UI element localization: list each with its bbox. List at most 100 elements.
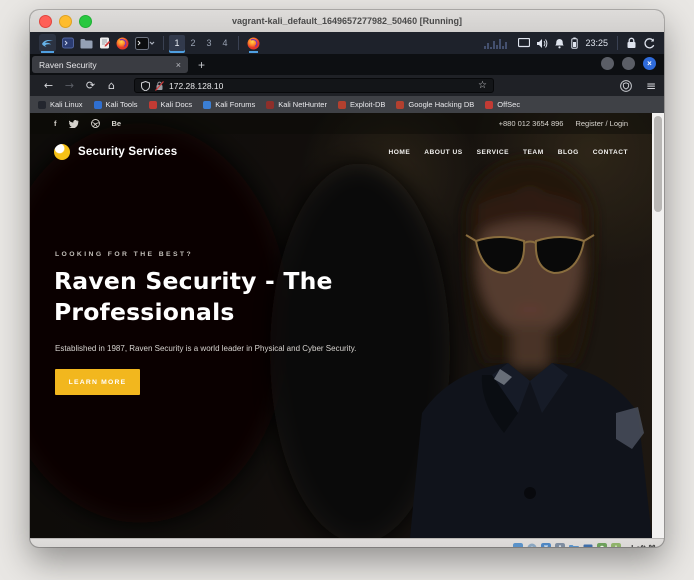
terminal-icon[interactable] <box>62 34 74 52</box>
url-text[interactable]: 172.28.128.10 <box>169 81 473 91</box>
forward-icon[interactable]: → <box>59 79 80 92</box>
bookmark-kali-forums[interactable]: Kali Forums <box>203 100 255 109</box>
url-bar[interactable]: 172.28.128.10 ☆ <box>134 78 494 93</box>
nav-blog[interactable]: BLOG <box>558 149 579 156</box>
close-window-button[interactable] <box>39 15 52 28</box>
account-shield-icon[interactable] <box>620 80 632 92</box>
vbox-features-icon[interactable] <box>611 543 621 547</box>
register-login-link[interactable]: Register / Login <box>575 119 628 128</box>
vbox-display-icon[interactable] <box>583 543 593 547</box>
kali-panel: 1 2 3 4 23:25 <box>30 32 664 54</box>
hero-title: Raven Security - The Professionals <box>54 266 384 328</box>
exploit-db-icon <box>338 101 346 109</box>
hero-subtitle: Established in 1987, Raven Security is a… <box>55 344 415 353</box>
battery-icon[interactable] <box>571 34 578 52</box>
firefox-tabbar: Raven Security × + × <box>30 54 664 75</box>
nav-service[interactable]: SERVICE <box>477 149 509 156</box>
workspace-1[interactable]: 1 <box>169 35 185 51</box>
site-topbar: f Be +880 012 3654 896 Register / Login <box>30 113 652 134</box>
vbox-optical-icon[interactable] <box>527 543 537 547</box>
site-header: Security Services HOME ABOUT US SERVICE … <box>30 134 652 170</box>
nav-team[interactable]: TEAM <box>523 149 544 156</box>
nav-home[interactable]: HOME <box>388 149 410 156</box>
kali-forums-icon <box>203 101 211 109</box>
back-icon[interactable]: ← <box>38 79 59 92</box>
vbox-recording-icon[interactable] <box>597 543 607 547</box>
twitter-icon[interactable] <box>69 120 79 128</box>
volume-icon[interactable] <box>536 34 548 52</box>
bookmark-kali-nethunter[interactable]: Kali NetHunter <box>266 100 327 109</box>
text-editor-icon[interactable] <box>99 34 110 52</box>
kali-docs-icon <box>149 101 157 109</box>
desktop: { "window": { "title": "vagrant-kali_def… <box>0 0 694 580</box>
bookmark-exploit-db[interactable]: Exploit-DB <box>338 100 385 109</box>
display-icon[interactable] <box>518 34 530 52</box>
workspace-4[interactable]: 4 <box>217 35 233 51</box>
bookmark-kali-docs[interactable]: Kali Docs <box>149 100 193 109</box>
vbox-sharedfolder-icon[interactable] <box>569 543 579 547</box>
titlebar: vagrant-kali_default_1649657277982_50460… <box>30 10 664 33</box>
reload-icon[interactable]: ⟳ <box>80 79 101 92</box>
insecure-lock-icon[interactable] <box>155 81 164 91</box>
bookmark-star-icon[interactable]: ☆ <box>478 80 487 91</box>
page-viewport: f Be +880 012 3654 896 Register / Login … <box>30 113 652 538</box>
traffic-lights <box>39 10 92 32</box>
kali-linux-icon <box>38 101 46 109</box>
maximize-icon[interactable] <box>622 57 635 70</box>
site-logo-icon[interactable] <box>54 144 70 160</box>
shield-permissions-icon[interactable] <box>141 81 150 91</box>
window-controls: × <box>601 57 656 70</box>
facebook-icon[interactable]: f <box>54 119 57 128</box>
panel-separator <box>238 36 239 50</box>
tab-title: Raven Security <box>39 60 176 70</box>
vbox-usb-icon[interactable] <box>555 543 565 547</box>
bookmark-kali-tools[interactable]: Kali Tools <box>94 100 138 109</box>
close-icon[interactable]: × <box>643 57 656 70</box>
workspace-3[interactable]: 3 <box>201 35 217 51</box>
browser-tab[interactable]: Raven Security × <box>32 56 188 73</box>
firefox-taskbar-icon[interactable] <box>247 34 260 52</box>
home-icon[interactable]: ⌂ <box>101 79 122 92</box>
site-brand[interactable]: Security Services <box>78 146 177 158</box>
logout-icon[interactable] <box>643 34 655 52</box>
minimize-window-button[interactable] <box>59 15 72 28</box>
window-title: vagrant-kali_default_1649657277982_50460… <box>30 16 664 26</box>
bookmark-offsec[interactable]: OffSec <box>485 100 520 109</box>
firefox-launcher-icon[interactable] <box>116 34 129 52</box>
vbox-network-icon[interactable] <box>541 543 551 547</box>
vbox-hdd-icon[interactable] <box>513 543 523 547</box>
new-tab-button[interactable]: + <box>198 58 205 72</box>
toolbar-right: ≡ <box>620 79 656 93</box>
file-manager-icon[interactable] <box>80 34 93 52</box>
zoom-window-button[interactable] <box>79 15 92 28</box>
bookmarks-bar: Kali Linux Kali Tools Kali Docs Kali For… <box>30 96 664 113</box>
panel-clock: 23:25 <box>585 38 608 48</box>
kali-nethunter-icon <box>266 101 274 109</box>
page-scrollbar[interactable] <box>652 113 664 538</box>
bookmark-kali-linux[interactable]: Kali Linux <box>38 100 83 109</box>
scrollbar-thumb[interactable] <box>654 116 662 212</box>
offsec-icon <box>485 101 493 109</box>
workspace-2[interactable]: 2 <box>185 35 201 51</box>
bookmark-google-hacking-db[interactable]: Google Hacking DB <box>396 100 474 109</box>
lock-screen-icon[interactable] <box>626 34 637 52</box>
social-links: f Be <box>54 119 121 128</box>
google-hacking-db-icon <box>396 101 404 109</box>
panel-separator <box>163 36 164 50</box>
hero-kicker: LOOKING FOR THE BEST? <box>55 251 193 258</box>
notification-bell-icon[interactable] <box>554 34 565 52</box>
kali-menu-icon[interactable] <box>39 34 56 52</box>
site-topbar-right: +880 012 3654 896 Register / Login <box>499 119 628 128</box>
terminal-dropdown-icon[interactable] <box>135 34 155 52</box>
nav-about-us[interactable]: ABOUT US <box>424 149 462 156</box>
phone-number: +880 012 3654 896 <box>499 119 564 128</box>
tab-close-icon[interactable]: × <box>176 60 181 70</box>
menu-icon[interactable]: ≡ <box>646 79 656 93</box>
hero-title-line1: Raven Security - The <box>54 267 333 295</box>
learn-more-button[interactable]: LEARN MORE <box>55 369 140 395</box>
dribbble-icon[interactable] <box>91 119 100 128</box>
nav-contact[interactable]: CONTACT <box>593 149 628 156</box>
firefox-toolbar: ← → ⟳ ⌂ 172.28.128.10 ☆ ≡ <box>30 75 664 96</box>
behance-icon[interactable]: Be <box>112 119 122 128</box>
minimize-icon[interactable] <box>601 57 614 70</box>
